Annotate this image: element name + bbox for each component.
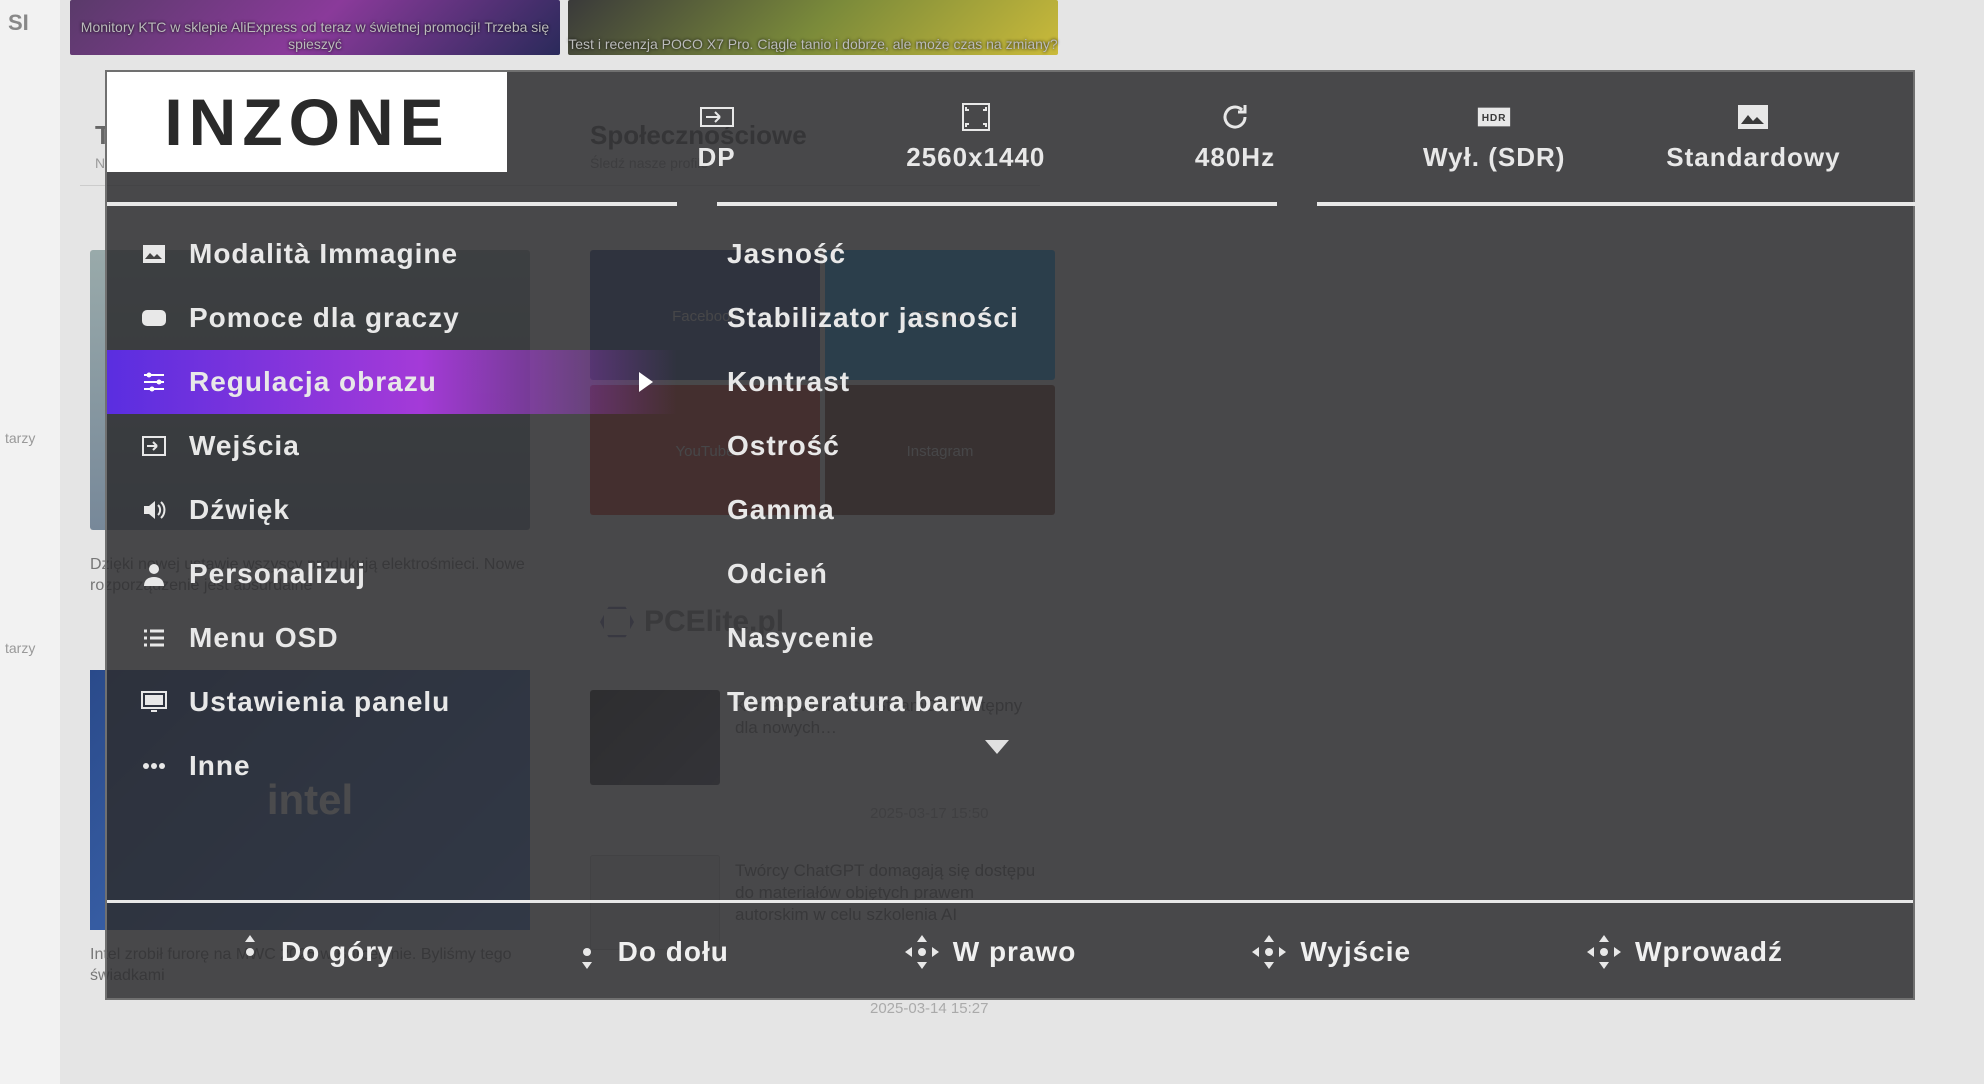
nav-hint-label: Wprowadź bbox=[1635, 936, 1783, 968]
status-input: DP bbox=[587, 102, 846, 173]
nav-hint-label: W prawo bbox=[953, 936, 1077, 968]
status-picture-mode-value: Standardowy bbox=[1666, 142, 1840, 173]
menu-item-label: Menu OSD bbox=[189, 622, 339, 654]
input-icon bbox=[700, 102, 734, 132]
nav-hint-exit: Wyjście bbox=[1256, 936, 1411, 968]
submenu-item-brightness-stabilizer[interactable]: Stabilizator jasności bbox=[717, 286, 1277, 350]
menu-item-label: Dźwięk bbox=[189, 494, 290, 526]
bg-side-label: SI bbox=[8, 10, 29, 36]
menu-item-panel-settings[interactable]: Ustawienia panelu bbox=[107, 670, 677, 734]
nav-hint-right: W prawo bbox=[909, 936, 1077, 968]
osd-panel: INZONE DP 2560x1440 480Hz HDR Wył. (SDR) bbox=[105, 70, 1915, 1000]
menu-item-sound[interactable]: Dźwięk bbox=[107, 478, 677, 542]
gamepad-icon bbox=[141, 305, 167, 331]
main-menu: Modalità Immagine Pomoce dla graczy Regu… bbox=[107, 222, 677, 798]
submenu-item-hue[interactable]: Odcień bbox=[717, 542, 1277, 606]
osd-divider bbox=[107, 900, 1913, 903]
bg-thumb-caption: Test i recenzja POCO X7 Pro. Ciągle tani… bbox=[568, 36, 1058, 53]
joystick-up-icon bbox=[237, 939, 263, 965]
user-icon bbox=[141, 561, 167, 587]
submenu-item-saturation[interactable]: Nasycenie bbox=[717, 606, 1277, 670]
bg-thumbnail: Monitory KTC w sklepie AliExpress od ter… bbox=[70, 0, 560, 55]
nav-hint-up: Do góry bbox=[237, 936, 394, 968]
picture-icon bbox=[141, 241, 167, 267]
sliders-icon bbox=[141, 369, 167, 395]
menu-item-inputs[interactable]: Wejścia bbox=[107, 414, 677, 478]
menu-item-label: Inne bbox=[189, 750, 251, 782]
panel-icon bbox=[141, 689, 167, 715]
bg-side-text: tarzy bbox=[5, 640, 35, 656]
menu-item-label: Pomoce dla graczy bbox=[189, 302, 460, 334]
joystick-down-icon bbox=[574, 939, 600, 965]
menu-item-osd-menu[interactable]: Menu OSD bbox=[107, 606, 677, 670]
status-picture-mode: Standardowy bbox=[1624, 102, 1883, 173]
menu-item-image-adjust[interactable]: Regulacja obrazu bbox=[107, 350, 677, 414]
chevron-down-icon bbox=[985, 740, 1009, 754]
menu-item-picture-mode[interactable]: Modalità Immagine bbox=[107, 222, 677, 286]
brand-logo: INZONE bbox=[107, 72, 507, 172]
bg-left-column: SI bbox=[0, 0, 60, 1084]
expand-icon bbox=[959, 102, 993, 132]
osd-divider bbox=[107, 202, 677, 206]
menu-item-other[interactable]: Inne bbox=[107, 734, 677, 798]
svg-text:HDR: HDR bbox=[1482, 113, 1507, 124]
status-resolution: 2560x1440 bbox=[846, 102, 1105, 173]
status-refresh-value: 480Hz bbox=[1195, 142, 1275, 173]
submenu-item-brightness[interactable]: Jasność bbox=[717, 222, 1277, 286]
menu-item-gaming-assist[interactable]: Pomoce dla graczy bbox=[107, 286, 677, 350]
sub-menu: Jasność Stabilizator jasności Kontrast O… bbox=[717, 222, 1277, 759]
menu-item-label: Regulacja obrazu bbox=[189, 366, 437, 398]
nav-hint-label: Do góry bbox=[281, 936, 394, 968]
nav-hint-enter: Wprowadź bbox=[1591, 936, 1783, 968]
status-resolution-value: 2560x1440 bbox=[906, 142, 1045, 173]
menu-item-personalize[interactable]: Personalizuj bbox=[107, 542, 677, 606]
nav-hint-label: Wyjście bbox=[1300, 936, 1411, 968]
nav-hint-label: Do dołu bbox=[618, 936, 729, 968]
chevron-right-icon bbox=[639, 372, 653, 392]
list-icon bbox=[141, 625, 167, 651]
menu-item-label: Wejścia bbox=[189, 430, 300, 462]
submenu-scroll-down[interactable] bbox=[717, 734, 1277, 759]
bg-thumbnail: Test i recenzja POCO X7 Pro. Ciągle tani… bbox=[568, 0, 1058, 55]
status-hdr-value: Wył. (SDR) bbox=[1423, 142, 1565, 173]
joystick-all-icon bbox=[1256, 939, 1282, 965]
menu-item-label: Ustawienia panelu bbox=[189, 686, 450, 718]
picture-icon bbox=[1736, 102, 1770, 132]
dots-icon bbox=[141, 753, 167, 779]
input-icon bbox=[141, 433, 167, 459]
menu-item-label: Modalità Immagine bbox=[189, 238, 458, 270]
bg-snippet-date: 2025-03-14 15:27 bbox=[870, 1000, 988, 1017]
osd-divider bbox=[717, 202, 1277, 206]
bg-side-text: tarzy bbox=[5, 430, 35, 446]
status-bar: DP 2560x1440 480Hz HDR Wył. (SDR) Standa… bbox=[587, 72, 1883, 202]
submenu-item-sharpness[interactable]: Ostrość bbox=[717, 414, 1277, 478]
bg-thumbnail-row: Monitory KTC w sklepie AliExpress od ter… bbox=[70, 0, 1058, 55]
status-hdr: HDR Wył. (SDR) bbox=[1365, 102, 1624, 173]
joystick-press-icon bbox=[1591, 939, 1617, 965]
submenu-item-gamma[interactable]: Gamma bbox=[717, 478, 1277, 542]
nav-hint-down: Do dołu bbox=[574, 936, 729, 968]
submenu-item-color-temp[interactable]: Temperatura barw bbox=[717, 670, 1277, 734]
hdr-icon: HDR bbox=[1477, 102, 1511, 132]
status-refresh: 480Hz bbox=[1105, 102, 1364, 173]
refresh-icon bbox=[1218, 102, 1252, 132]
bg-thumb-caption: Monitory KTC w sklepie AliExpress od ter… bbox=[70, 19, 560, 53]
speaker-icon bbox=[141, 497, 167, 523]
osd-divider bbox=[1317, 202, 1915, 206]
submenu-item-contrast[interactable]: Kontrast bbox=[717, 350, 1277, 414]
menu-item-label: Personalizuj bbox=[189, 558, 366, 590]
status-input-value: DP bbox=[698, 142, 736, 173]
joystick-all-icon bbox=[909, 939, 935, 965]
nav-hints: Do góry Do dołu W prawo Wyjście Wprowadź bbox=[107, 906, 1913, 998]
